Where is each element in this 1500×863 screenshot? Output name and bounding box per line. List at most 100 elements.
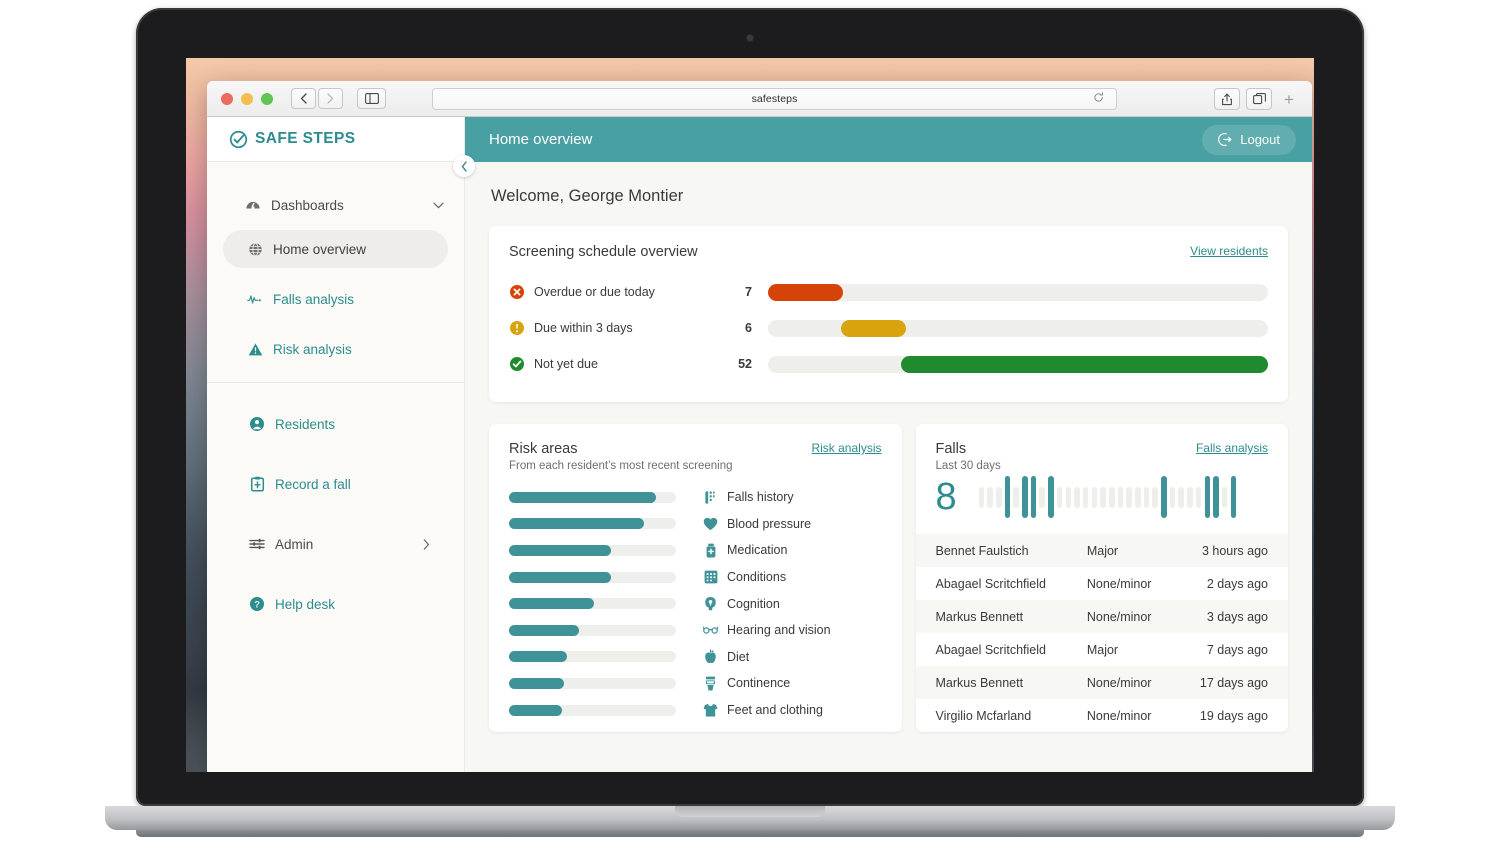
risk-row-fill xyxy=(509,651,568,663)
shirt-icon xyxy=(703,703,718,718)
back-button[interactable] xyxy=(291,88,316,109)
new-tab-button[interactable]: + xyxy=(1278,88,1300,110)
minimize-window-button[interactable] xyxy=(241,92,253,105)
table-row[interactable]: Markus Bennett None/minor 17 days ago xyxy=(915,666,1288,699)
fall-severity: Major xyxy=(1086,543,1119,558)
screening-row-fill xyxy=(840,319,906,337)
app-header: Home overview Logout xyxy=(465,117,1312,162)
clipboard-icon xyxy=(249,476,265,492)
safe-steps-logo-icon xyxy=(229,130,248,148)
chevron-down-icon[interactable] xyxy=(433,202,444,209)
risk-card-title: Risk areas xyxy=(509,441,578,457)
screening-row-label: Due within 3 days xyxy=(534,321,633,335)
fall-resident-name: Abagael Scritchfield xyxy=(935,642,1046,657)
risk-row: Falls history xyxy=(509,484,882,511)
brain-icon xyxy=(703,596,718,611)
sparkline-bar-fall xyxy=(1204,476,1211,518)
chevron-left-icon xyxy=(461,160,467,172)
screening-row-fill xyxy=(768,283,843,301)
window-traffic-lights xyxy=(221,92,273,105)
sidebar-item-admin[interactable]: Admin xyxy=(223,525,448,563)
table-row[interactable]: Abagael Scritchfield Major 7 days ago xyxy=(916,633,1289,666)
risk-row: Blood pressure xyxy=(509,511,882,538)
browser-sidebar-toggle-button[interactable] xyxy=(357,88,386,109)
risk-row: Diet xyxy=(509,644,882,671)
close-window-button[interactable] xyxy=(221,92,233,105)
forward-button[interactable] xyxy=(318,88,343,109)
risk-row-fill xyxy=(509,491,656,503)
falls-card: Falls Last 30 days Falls analysis 8 Benn… xyxy=(915,424,1289,732)
laptop-screen: safesteps + SAFE STEPS Dashboards Home o… xyxy=(186,58,1314,772)
risk-row-fill xyxy=(509,624,580,636)
risk-row-track xyxy=(509,571,676,583)
sidebar-group-dashboards[interactable]: Dashboards xyxy=(207,188,464,222)
risk-row-track xyxy=(509,598,676,610)
table-row[interactable]: Abagael Scritchfield None/minor 2 days ago xyxy=(916,567,1289,600)
risk-row-fill xyxy=(509,544,611,556)
page-title: Home overview xyxy=(489,131,593,148)
chevron-right-icon[interactable] xyxy=(423,538,430,550)
reload-button[interactable] xyxy=(1093,90,1104,108)
risk-row: Continence xyxy=(509,670,882,697)
logout-button[interactable]: Logout xyxy=(1202,124,1296,155)
fall-resident-name: Markus Bennett xyxy=(935,609,1024,624)
risk-row: Cognition xyxy=(509,590,882,617)
sidebar-item-home-overview[interactable]: Home overview xyxy=(223,230,448,268)
risk-row-fill xyxy=(509,518,645,530)
sparkline-bar-empty xyxy=(1117,486,1124,508)
fall-resident-name: Abagael Scritchfield xyxy=(935,576,1046,591)
browser-toolbar-right: + xyxy=(1214,88,1300,110)
screening-row-fill xyxy=(900,355,1268,373)
risk-areas-card: Risk areas From each resident’s most rec… xyxy=(489,424,902,732)
sparkline-bar-empty xyxy=(1039,486,1046,508)
risk-row-label: Hearing and vision xyxy=(727,623,831,638)
conditions-grid-icon xyxy=(703,570,718,585)
table-row[interactable]: Bennet Faulstich Major 3 hours ago xyxy=(915,534,1288,567)
sidebar-item-falls-analysis[interactable]: Falls analysis xyxy=(223,280,448,318)
sparkline-bar-empty xyxy=(1221,486,1228,508)
sparkline-bar-fall xyxy=(1230,476,1237,518)
fall-time: 7 days ago xyxy=(1206,642,1268,657)
maximize-window-button[interactable] xyxy=(261,92,273,105)
fall-severity: None/minor xyxy=(1086,576,1152,591)
apple-icon xyxy=(703,649,718,664)
falls-analysis-link[interactable]: Falls analysis xyxy=(1196,441,1268,455)
risk-row-label: Diet xyxy=(727,649,750,664)
sidebar-item-help-desk[interactable]: ? Help desk xyxy=(223,585,448,623)
risk-row-label: Feet and clothing xyxy=(727,703,823,718)
risk-row: Conditions xyxy=(509,564,882,591)
sidebar-subnav: Home overview Falls analysis Risk analys… xyxy=(207,230,464,368)
sparkline-bar-empty xyxy=(1178,486,1185,508)
heart-icon xyxy=(703,516,718,531)
risk-row-fill xyxy=(509,598,595,610)
table-row[interactable]: Markus Bennett None/minor 3 days ago xyxy=(915,600,1288,633)
risk-card-header: Risk areas From each resident’s most rec… xyxy=(509,441,882,472)
fall-time: 3 hours ago xyxy=(1201,543,1268,558)
share-button[interactable] xyxy=(1214,88,1240,110)
brand-logo[interactable]: SAFE STEPS xyxy=(207,117,464,162)
risk-row-fill xyxy=(509,704,563,716)
sparkline-bar-empty xyxy=(1065,486,1072,508)
sidebar-item-risk-analysis[interactable]: Risk analysis xyxy=(223,330,448,368)
tab-overview-button[interactable] xyxy=(1246,88,1272,110)
fall-time: 2 days ago xyxy=(1206,576,1268,591)
sidebar-collapse-button[interactable] xyxy=(453,155,475,177)
sidebar-item-record-a-fall[interactable]: Record a fall xyxy=(223,465,448,503)
view-residents-link[interactable]: View residents xyxy=(1190,244,1268,258)
risk-card-subtitle: From each resident’s most recent screeni… xyxy=(509,460,733,472)
sparkline-bar-empty xyxy=(1126,486,1132,508)
sparkline-bar-fall xyxy=(1030,476,1037,518)
laptop-foot xyxy=(136,830,1364,837)
screening-row-count: 52 xyxy=(738,357,752,371)
risk-analysis-link[interactable]: Risk analysis xyxy=(811,441,881,455)
screening-row-track xyxy=(768,319,1268,337)
fall-resident-name: Bennet Faulstich xyxy=(935,543,1029,558)
sidebar-item-residents[interactable]: Residents xyxy=(223,405,448,443)
dashboard-bottom-row: Risk areas From each resident’s most rec… xyxy=(489,424,1288,732)
address-bar[interactable]: safesteps xyxy=(432,88,1117,110)
browser-nav-buttons xyxy=(291,88,343,109)
screening-row-label: Overdue or due today xyxy=(534,285,655,299)
reload-icon xyxy=(1094,92,1104,102)
table-row[interactable]: Virgilio Mcfarland None/minor 19 days ago xyxy=(916,699,1289,732)
glasses-icon xyxy=(703,623,718,638)
